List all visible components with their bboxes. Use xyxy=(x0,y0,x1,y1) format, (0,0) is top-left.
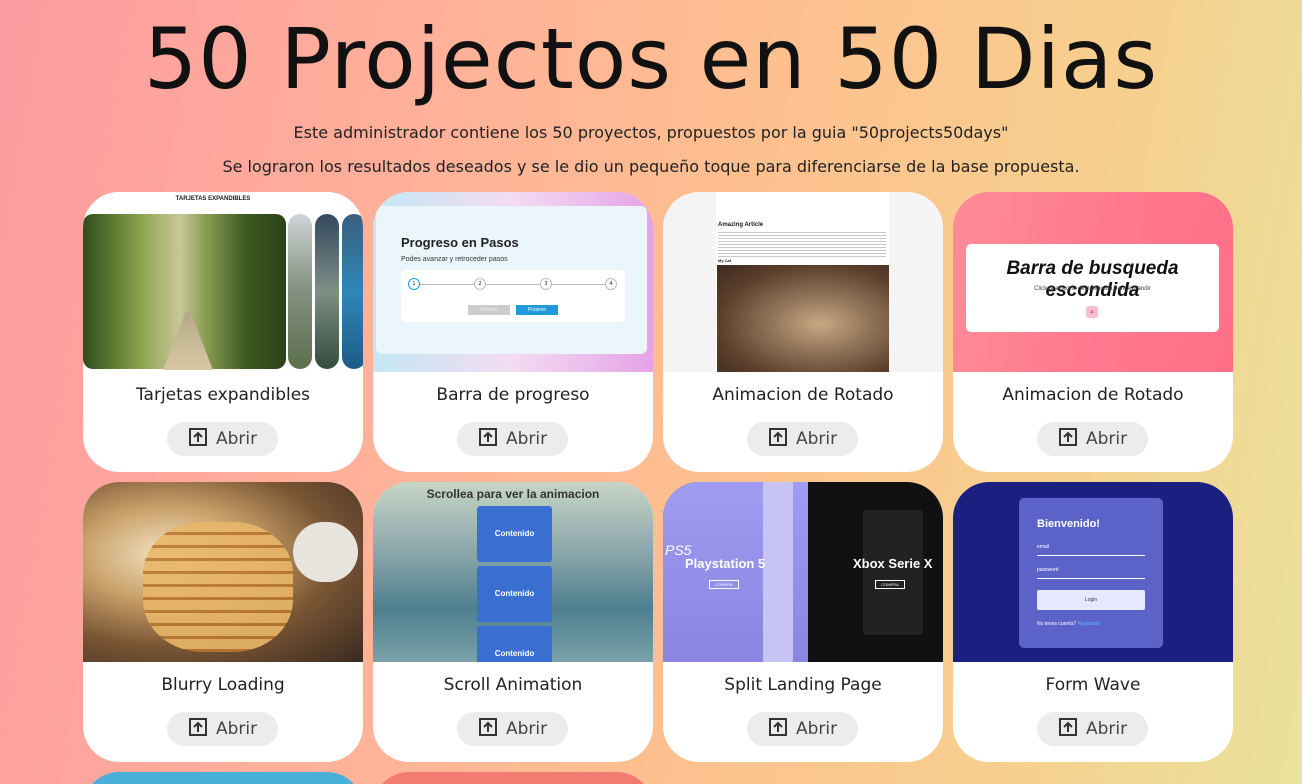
pancakes-photo xyxy=(143,522,293,652)
project-thumbnail: Progreso en Pasos Podes avanzar y retroc… xyxy=(373,192,653,372)
card-title: Animacion de Rotado xyxy=(712,385,894,405)
open-button-label: Abrir xyxy=(505,429,548,449)
register-link: Registrate xyxy=(1077,621,1101,627)
open-button-label: Abrir xyxy=(1085,429,1128,449)
login-button: Login xyxy=(1037,590,1145,610)
project-thumbnail: Bienvenido! email password Login No tene… xyxy=(953,482,1233,662)
project-thumbnail: TARJETAS EXPANDIBLES xyxy=(83,192,363,372)
card-title: Split Landing Page xyxy=(724,675,882,695)
open-button-label: Abrir xyxy=(795,719,838,739)
content-box: Contenido xyxy=(477,566,552,622)
card-title: Tarjetas expandibles xyxy=(135,385,311,405)
step-indicator: 3 xyxy=(540,278,552,290)
open-button-label: Abrir xyxy=(1085,719,1128,739)
open-external-icon xyxy=(188,717,208,742)
thumbnail-text: Playstation 5 xyxy=(685,556,766,571)
open-button[interactable]: Abrir xyxy=(747,422,858,456)
project-thumbnail xyxy=(83,482,363,662)
card-title: Barra de progreso xyxy=(436,385,590,405)
open-external-icon xyxy=(1058,427,1078,452)
open-button-label: Abrir xyxy=(215,719,258,739)
step-indicator: 2 xyxy=(474,278,486,290)
project-thumbnail: Amazing Article My Cat xyxy=(663,192,943,372)
open-button-label: Abrir xyxy=(505,719,548,739)
open-external-icon xyxy=(768,427,788,452)
project-card: Barra de busqueda escondida Clickea el i… xyxy=(953,192,1233,472)
content-box: Contenido xyxy=(477,506,552,562)
password-field: password xyxy=(1037,567,1145,579)
card-title: Form Wave xyxy=(1045,675,1141,695)
open-external-icon xyxy=(1058,717,1078,742)
open-button-label: Abrir xyxy=(795,429,838,449)
open-external-icon xyxy=(478,717,498,742)
open-button[interactable]: Abrir xyxy=(457,422,568,456)
thumbnail-text: Podes avanzar y retroceder pasos xyxy=(401,256,508,263)
thumbnail-caption: TARJETAS EXPANDIBLES xyxy=(175,196,251,202)
prev-step-button: Anterior xyxy=(468,305,510,315)
buy-button: COMPRA xyxy=(875,580,905,589)
open-button[interactable]: Abrir xyxy=(167,422,278,456)
project-card-partial xyxy=(83,772,363,784)
open-external-icon xyxy=(768,717,788,742)
page-title: 50 Projectos en 50 Dias xyxy=(143,10,1159,108)
cat-photo xyxy=(717,265,889,372)
buy-button: COMPRA xyxy=(709,580,739,589)
card-title: Scroll Animation xyxy=(443,675,583,695)
open-button[interactable]: Abrir xyxy=(1037,712,1148,746)
project-thumbnail: Scrollea para ver la animacion Contenido… xyxy=(373,482,653,662)
thumbnail-heading: Amazing Article xyxy=(718,222,764,228)
step-indicator: 1 xyxy=(408,278,420,290)
project-card: Progreso en Pasos Podes avanzar y retroc… xyxy=(373,192,653,472)
project-card: Blurry Loading Abrir xyxy=(83,482,363,762)
open-button-label: Abrir xyxy=(215,429,258,449)
thumbnail-text: My Cat xyxy=(718,258,732,263)
email-field: email xyxy=(1037,544,1145,556)
open-external-icon xyxy=(478,427,498,452)
project-card: PS5 Playstation 5 COMPRA Xbox Serie X CO… xyxy=(663,482,943,762)
thumbnail-heading: Barra de busqueda escondida xyxy=(1006,258,1179,301)
content-box: Contenido xyxy=(477,626,552,662)
card-title: Animacion de Rotado xyxy=(1002,385,1184,405)
open-button[interactable]: Abrir xyxy=(457,712,568,746)
project-card: Amazing Article My Cat Animacion de Rota… xyxy=(663,192,943,472)
open-external-icon xyxy=(188,427,208,452)
open-button[interactable]: Abrir xyxy=(167,712,278,746)
register-question: No tenes cuenta? xyxy=(1037,621,1077,627)
search-icon: ⌕ xyxy=(1086,306,1098,318)
open-button[interactable]: Abrir xyxy=(747,712,858,746)
card-title: Blurry Loading xyxy=(161,675,285,695)
project-card-partial xyxy=(373,772,653,784)
next-step-button: Proximo xyxy=(516,305,558,315)
thumbnail-text: Xbox Serie X xyxy=(853,556,933,571)
page-subtitle: Este administrador contiene los 50 proye… xyxy=(293,123,1009,142)
open-button[interactable]: Abrir xyxy=(1037,422,1148,456)
project-card: TARJETAS EXPANDIBLES Tarjetas expandible… xyxy=(83,192,363,472)
page-description: Se lograron los resultados deseados y se… xyxy=(222,157,1080,176)
project-card: Bienvenido! email password Login No tene… xyxy=(953,482,1233,762)
thumbnail-heading: Progreso en Pasos xyxy=(401,235,519,250)
thumbnail-text: Clickea el icono de busqueda para expand… xyxy=(1034,286,1151,292)
project-card: Scrollea para ver la animacion Contenido… xyxy=(373,482,653,762)
step-indicator: 4 xyxy=(605,278,617,290)
project-thumbnail: Barra de busqueda escondida Clickea el i… xyxy=(953,192,1233,372)
thumbnail-heading: Bienvenido! xyxy=(1037,518,1100,530)
thumbnail-heading: Scrollea para ver la animacion xyxy=(426,487,600,501)
project-thumbnail: PS5 Playstation 5 COMPRA Xbox Serie X CO… xyxy=(663,482,943,662)
